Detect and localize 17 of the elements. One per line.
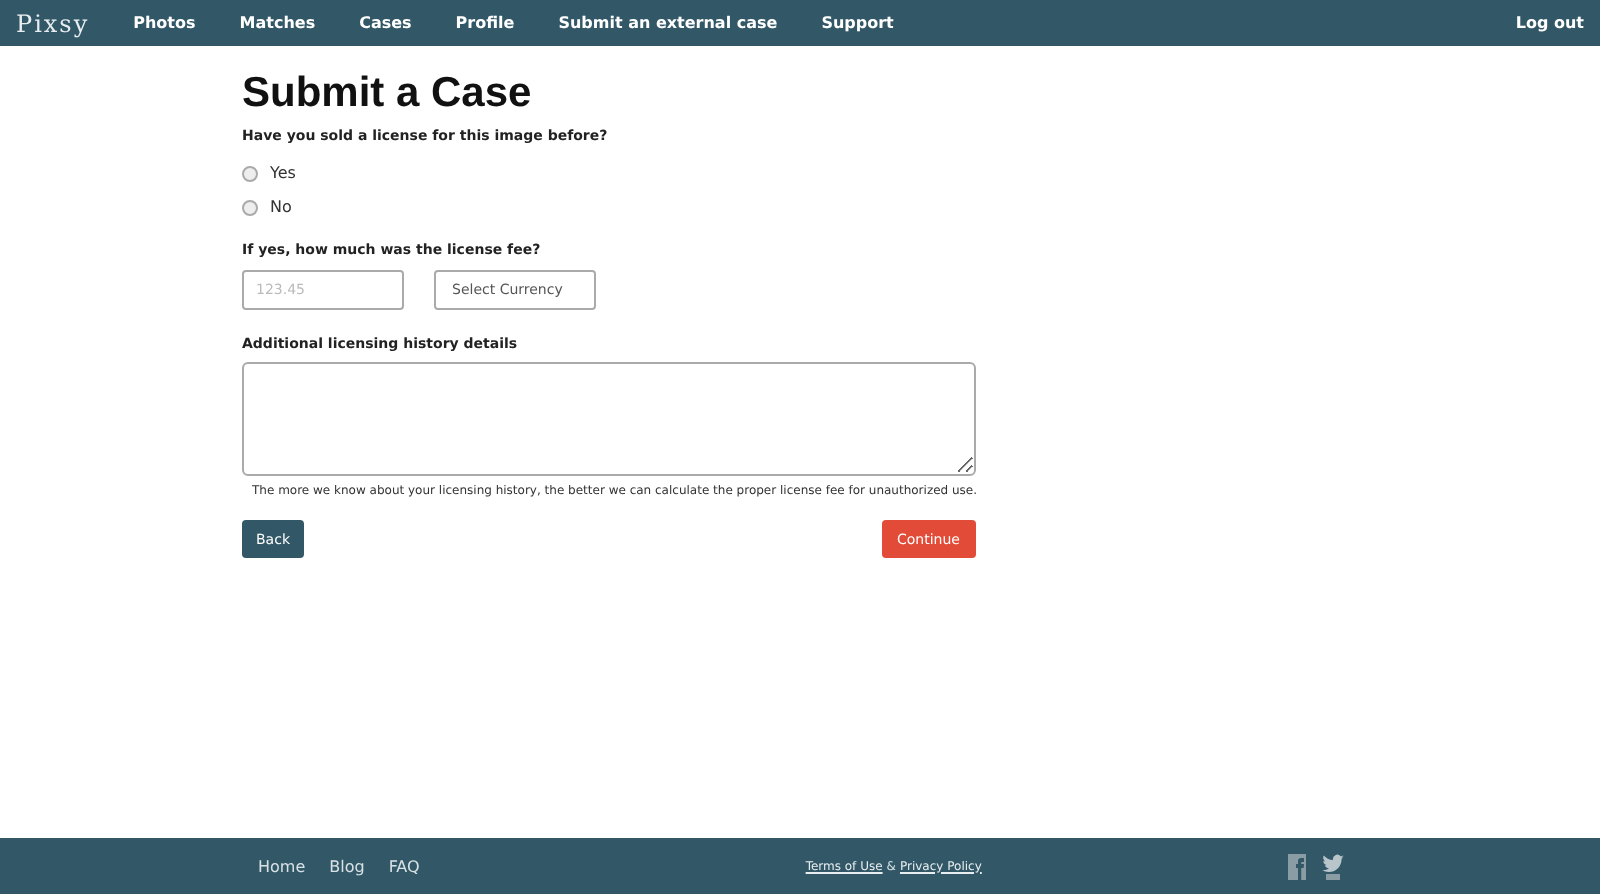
nav-link[interactable]: Support [821, 14, 894, 32]
footer-link[interactable]: FAQ [388, 857, 420, 875]
nav-link[interactable]: Photos [133, 14, 196, 32]
footer-link[interactable]: Blog [329, 857, 365, 875]
page-title: Submit a Case [242, 70, 534, 118]
logout-link[interactable]: Log out [1515, 14, 1584, 32]
radio-option[interactable]: No [242, 198, 1600, 216]
logo[interactable]: Pixsy [16, 9, 90, 37]
nav-link[interactable]: Submit an external case [558, 14, 778, 32]
facebook-icon[interactable] [1288, 853, 1306, 879]
radio-option[interactable]: Yes [242, 164, 1600, 182]
nav-link[interactable]: Profile [455, 14, 515, 32]
twitter-icon[interactable] [1322, 853, 1344, 879]
details-textarea[interactable] [242, 362, 976, 476]
footer-link[interactable]: Home [258, 857, 306, 875]
nav-link[interactable]: Cases [359, 14, 412, 32]
nav-link[interactable]: Matches [239, 14, 316, 32]
